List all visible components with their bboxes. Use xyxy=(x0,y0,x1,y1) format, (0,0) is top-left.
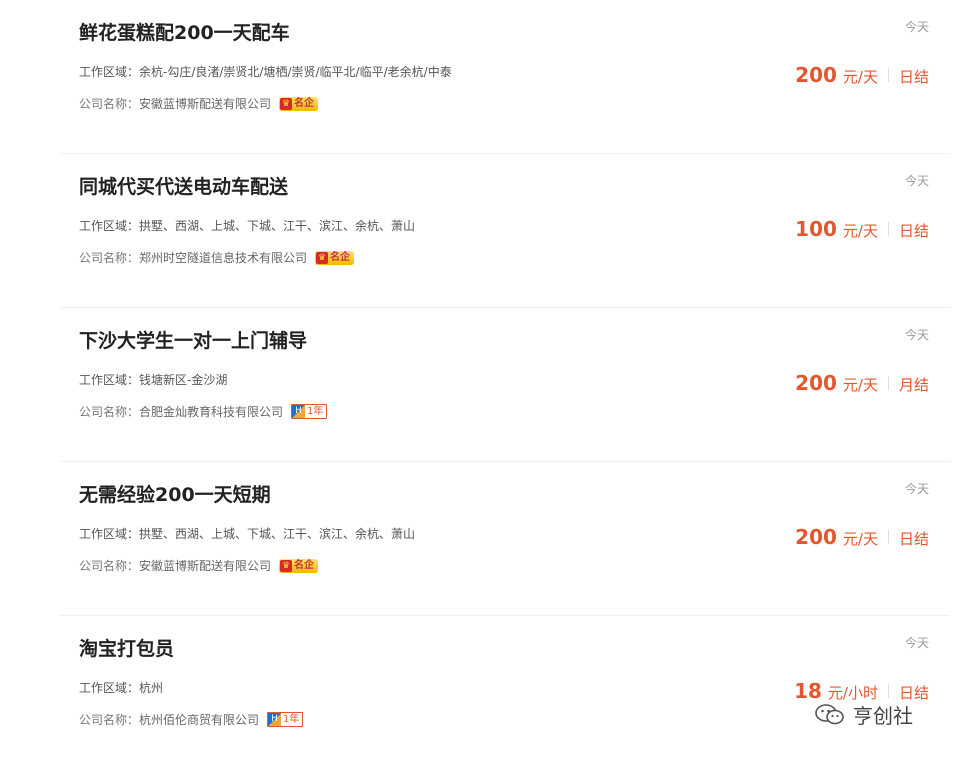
company-label: 公司名称： xyxy=(79,559,140,573)
badge-label: 名企 xyxy=(330,251,351,263)
salary-unit: 元/天 xyxy=(842,68,878,86)
salary: 200 元/天 月结 xyxy=(795,371,929,395)
post-date: 今天 xyxy=(904,636,929,650)
watermark-text: 亨创社 xyxy=(853,704,913,728)
company-label: 公司名称： xyxy=(79,713,140,727)
divider xyxy=(887,530,889,544)
famous-company-badge: ♛ 名企 xyxy=(279,96,319,111)
settlement-type: 月结 xyxy=(898,376,929,394)
company-name[interactable]: 郑州时空隧道信息技术有限公司 xyxy=(139,249,307,266)
company-name[interactable]: 合肥金灿教育科技有限公司 xyxy=(139,403,283,420)
salary: 200 元/天 日结 xyxy=(795,525,929,549)
post-date: 今天 xyxy=(904,174,929,188)
badge-label: 1年 xyxy=(307,406,324,417)
work-area-label: 工作区域： xyxy=(79,527,140,541)
work-area-value: 拱墅、西湖、上城、下城、江干、滨江、余杭、萧山 xyxy=(139,219,416,233)
salary-unit: 元/天 xyxy=(842,530,878,548)
divider xyxy=(887,684,889,698)
company-name[interactable]: 安徽蓝博斯配送有限公司 xyxy=(139,557,271,574)
salary-unit: 元/天 xyxy=(842,222,878,240)
work-area: 工作区域：钱塘新区-金沙湖 xyxy=(79,371,227,388)
salary: 100 元/天 日结 xyxy=(795,217,929,241)
job-item[interactable]: 淘宝打包员 工作区域：杭州 公司名称： 杭州佰伦商贸有限公司 H 1年 今天 18 … xyxy=(60,616,950,770)
famous-company-badge: ♛ 名企 xyxy=(279,558,319,573)
work-area-value: 余杭-勾庄/良渚/崇贤北/塘栖/崇贤/临平北/临平/老余杭/中泰 xyxy=(139,65,452,79)
divider xyxy=(887,222,889,236)
work-area-value: 杭州 xyxy=(139,681,164,695)
company-label: 公司名称： xyxy=(79,251,140,265)
crown-icon: ♛ xyxy=(280,559,293,572)
settlement-type: 日结 xyxy=(898,530,929,548)
work-area-value: 拱墅、西湖、上城、下城、江干、滨江、余杭、萧山 xyxy=(139,527,416,541)
wechat-icon xyxy=(815,703,845,726)
job-item[interactable]: 鲜花蛋糕配200一天配车 工作区域：余杭-勾庄/良渚/崇贤北/塘栖/崇贤/临平北… xyxy=(60,0,950,154)
post-date: 今天 xyxy=(904,482,929,496)
post-date: 今天 xyxy=(904,20,929,34)
watermark: 亨创社 xyxy=(815,700,913,729)
company-line: 公司名称： 郑州时空隧道信息技术有限公司 ♛ 名企 xyxy=(79,249,355,266)
salary-amount: 200 xyxy=(795,525,837,549)
divider xyxy=(887,376,889,390)
work-area: 工作区域：拱墅、西湖、上城、下城、江干、滨江、余杭、萧山 xyxy=(79,525,415,542)
salary-unit: 元/天 xyxy=(842,376,878,394)
settlement-type: 日结 xyxy=(898,68,929,86)
membership-logo-icon: H xyxy=(268,713,282,726)
job-title[interactable]: 鲜花蛋糕配200一天配车 xyxy=(79,18,290,45)
job-list: 鲜花蛋糕配200一天配车 工作区域：余杭-勾庄/良渚/崇贤北/塘栖/崇贤/临平北… xyxy=(60,0,950,770)
settlement-type: 日结 xyxy=(898,222,929,240)
work-area: 工作区域：拱墅、西湖、上城、下城、江干、滨江、余杭、萧山 xyxy=(79,217,415,234)
company-label: 公司名称： xyxy=(79,405,140,419)
badge-label: 名企 xyxy=(294,97,315,109)
job-item[interactable]: 无需经验200一天短期 工作区域：拱墅、西湖、上城、下城、江干、滨江、余杭、萧山… xyxy=(60,462,950,616)
salary-amount: 100 xyxy=(795,217,837,241)
job-item[interactable]: 同城代买代送电动车配送 工作区域：拱墅、西湖、上城、下城、江干、滨江、余杭、萧山… xyxy=(60,154,950,308)
membership-years-badge: H 1年 xyxy=(267,712,304,727)
job-title[interactable]: 无需经验200一天短期 xyxy=(79,480,271,507)
job-title[interactable]: 同城代买代送电动车配送 xyxy=(79,172,288,199)
crown-icon: ♛ xyxy=(316,251,329,264)
membership-logo-icon: H xyxy=(292,405,306,418)
company-line: 公司名称： 合肥金灿教育科技有限公司 H 1年 xyxy=(79,403,328,420)
salary: 200 元/天 日结 xyxy=(795,63,929,87)
work-area-label: 工作区域： xyxy=(79,373,140,387)
company-name[interactable]: 杭州佰伦商贸有限公司 xyxy=(139,711,259,728)
crown-icon: ♛ xyxy=(280,97,293,110)
job-item[interactable]: 下沙大学生一对一上门辅导 工作区域：钱塘新区-金沙湖 公司名称： 合肥金灿教育科技… xyxy=(60,308,950,462)
company-name[interactable]: 安徽蓝博斯配送有限公司 xyxy=(139,95,271,112)
divider xyxy=(887,68,889,82)
job-title[interactable]: 淘宝打包员 xyxy=(79,634,174,661)
work-area-label: 工作区域： xyxy=(79,681,140,695)
work-area-value: 钱塘新区-金沙湖 xyxy=(139,373,228,387)
badge-label: 名企 xyxy=(294,559,315,571)
famous-company-badge: ♛ 名企 xyxy=(315,250,355,265)
membership-years-badge: H 1年 xyxy=(291,404,328,419)
salary-amount: 200 xyxy=(795,371,837,395)
company-line: 公司名称： 安徽蓝博斯配送有限公司 ♛ 名企 xyxy=(79,557,319,574)
work-area: 工作区域：杭州 xyxy=(79,679,163,696)
company-line: 公司名称： 安徽蓝博斯配送有限公司 ♛ 名企 xyxy=(79,95,319,112)
badge-label: 1年 xyxy=(283,714,300,725)
salary-amount: 200 xyxy=(795,63,837,87)
company-line: 公司名称： 杭州佰伦商贸有限公司 H 1年 xyxy=(79,711,304,728)
company-label: 公司名称： xyxy=(79,97,140,111)
work-area-label: 工作区域： xyxy=(79,65,140,79)
post-date: 今天 xyxy=(904,328,929,342)
job-title[interactable]: 下沙大学生一对一上门辅导 xyxy=(79,326,307,353)
work-area-label: 工作区域： xyxy=(79,219,140,233)
work-area: 工作区域：余杭-勾庄/良渚/崇贤北/塘栖/崇贤/临平北/临平/老余杭/中泰 xyxy=(79,63,452,80)
